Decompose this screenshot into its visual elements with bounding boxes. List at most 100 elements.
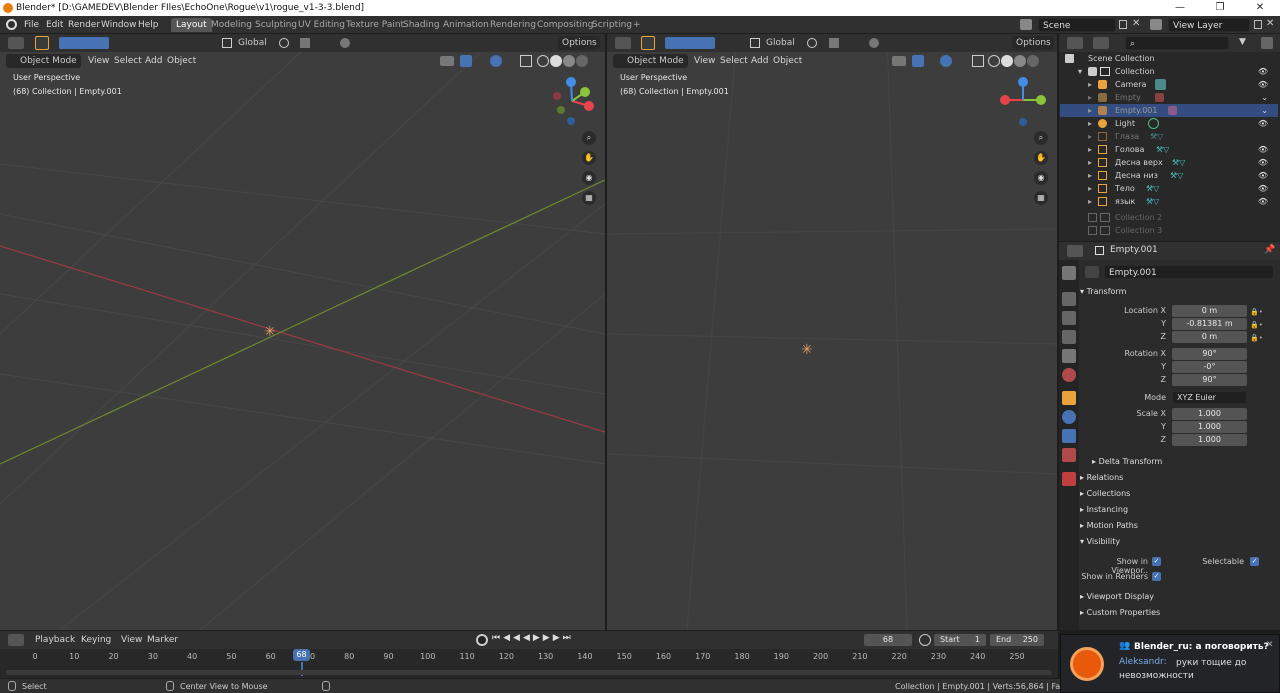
maximize-button[interactable]: ❐ bbox=[1200, 0, 1240, 16]
eye-icon[interactable]: 👁 bbox=[1258, 182, 1268, 195]
menu-render[interactable]: Render bbox=[68, 18, 100, 32]
object-tab-icon[interactable] bbox=[1062, 391, 1076, 405]
shading-rendered-icon[interactable] bbox=[576, 55, 588, 67]
pan-hand-icon[interactable]: ✋ bbox=[1034, 151, 1048, 165]
constraints-tab-icon[interactable] bbox=[1062, 429, 1076, 443]
view-layer-icon[interactable] bbox=[1150, 19, 1162, 30]
datablock-type-icon[interactable] bbox=[1085, 266, 1099, 278]
orientation-dropdown[interactable]: Global bbox=[762, 36, 800, 50]
viewport-left[interactable]: Global Options Object Mode View Select A… bbox=[0, 34, 605, 630]
perspective-grid-icon[interactable]: ▦ bbox=[1034, 191, 1048, 205]
menu-marker[interactable]: Marker bbox=[147, 633, 178, 647]
visibility-icon[interactable] bbox=[892, 56, 906, 66]
options-button[interactable]: Options bbox=[1012, 36, 1054, 50]
physics-tab-icon[interactable] bbox=[1062, 410, 1076, 424]
menu-view[interactable]: View bbox=[694, 54, 715, 68]
output-tab-icon[interactable] bbox=[1062, 311, 1076, 325]
viewport-display-header[interactable]: ▸ Viewport Display bbox=[1080, 589, 1275, 604]
rotation-y-field[interactable]: -0° bbox=[1172, 361, 1247, 373]
perspective-grid-icon[interactable]: ▦ bbox=[582, 191, 596, 205]
world-tab-icon[interactable] bbox=[1062, 368, 1076, 382]
overlay-toggle-icon[interactable] bbox=[940, 55, 952, 67]
menu-keying[interactable]: Keying bbox=[81, 633, 111, 647]
minimize-button[interactable]: — bbox=[1160, 0, 1200, 16]
pivot-icon[interactable] bbox=[807, 38, 817, 48]
outliner-item-glaza[interactable]: ▸ Глаза ⚒▽ bbox=[1060, 130, 1278, 143]
tool-tab-icon[interactable] bbox=[1062, 266, 1076, 280]
eye-icon[interactable]: 👁 bbox=[1258, 117, 1268, 130]
outliner-item-golova[interactable]: ▸ Голова ⚒▽ 👁 bbox=[1060, 143, 1278, 156]
viewport-right[interactable]: Global Options Object Mode View Select A… bbox=[607, 34, 1057, 630]
blender-menu-icon[interactable] bbox=[6, 19, 17, 30]
empty-object-marker[interactable]: ✳ bbox=[264, 324, 276, 340]
expand-icon[interactable]: ⌄ bbox=[1261, 104, 1268, 117]
menu-add[interactable]: Add bbox=[145, 54, 162, 68]
show-in-renders-checkbox[interactable]: ✓ bbox=[1152, 572, 1161, 581]
eye-icon[interactable]: 👁 bbox=[1258, 65, 1268, 78]
outliner-scene-collection[interactable]: Scene Collection bbox=[1060, 52, 1278, 65]
menu-select[interactable]: Select bbox=[114, 54, 142, 68]
timeline-scrollbar[interactable] bbox=[6, 670, 1052, 675]
snap-icon[interactable] bbox=[300, 38, 310, 48]
shading-wireframe-icon[interactable] bbox=[537, 55, 549, 67]
show-in-viewport-checkbox[interactable]: ✓ bbox=[1152, 557, 1161, 566]
rotation-z-field[interactable]: 90° bbox=[1172, 374, 1247, 386]
menu-help[interactable]: Help bbox=[138, 18, 159, 32]
scale-y-field[interactable]: 1.000 bbox=[1172, 421, 1247, 433]
snap-icon[interactable] bbox=[829, 38, 839, 48]
playback-controls[interactable]: ⏮◀◀◀▶▶▶⏭ bbox=[492, 633, 574, 643]
rotation-x-field[interactable]: 90° bbox=[1172, 348, 1247, 360]
shading-solid-icon[interactable] bbox=[1001, 55, 1013, 67]
location-x-field[interactable]: 0 m bbox=[1172, 305, 1247, 317]
outliner-item-empty-001[interactable]: ▸ Empty.001 ⌄ bbox=[1060, 104, 1278, 117]
outliner-collection[interactable]: ▾ Collection 👁 bbox=[1060, 65, 1278, 78]
start-frame-field[interactable]: Start 1 bbox=[934, 634, 986, 646]
outliner-collection-2[interactable]: Collection 2 bbox=[1060, 211, 1278, 224]
shading-wireframe-icon[interactable] bbox=[988, 55, 1000, 67]
view-layer-tab-icon[interactable] bbox=[1062, 330, 1076, 344]
outliner-editor-icon[interactable] bbox=[1067, 37, 1083, 49]
menu-edit[interactable]: Edit bbox=[46, 18, 63, 32]
options-button[interactable]: Options bbox=[558, 36, 600, 50]
editor-type-icon[interactable] bbox=[8, 37, 24, 49]
scene-tab-icon[interactable] bbox=[1062, 349, 1076, 363]
new-collection-icon[interactable] bbox=[1261, 37, 1273, 49]
menu-object[interactable]: Object bbox=[167, 54, 196, 68]
data-tab-icon[interactable] bbox=[1062, 448, 1076, 462]
select-tool-icon[interactable] bbox=[641, 36, 655, 50]
eye-icon[interactable]: 👁 bbox=[1258, 156, 1268, 169]
pin-icon[interactable]: 📌 bbox=[1264, 245, 1275, 255]
visibility-header[interactable]: ▾ Visibility bbox=[1080, 534, 1275, 549]
shading-material-icon[interactable] bbox=[563, 55, 575, 67]
copy-view-layer-icon[interactable] bbox=[1254, 20, 1262, 29]
outliner-item-desna-niz[interactable]: ▸ Десна низ ⚒▽ 👁 bbox=[1060, 169, 1278, 182]
motion-paths-header[interactable]: ▸ Motion Paths bbox=[1080, 518, 1275, 533]
transform-panel-header[interactable]: ▾ Transform bbox=[1080, 284, 1275, 299]
menu-window[interactable]: Window bbox=[101, 18, 137, 32]
visibility-icon[interactable] bbox=[440, 56, 454, 66]
proportional-edit-icon[interactable] bbox=[340, 38, 350, 48]
relations-header[interactable]: ▸ Relations bbox=[1080, 470, 1275, 485]
display-mode-icon[interactable] bbox=[1093, 37, 1109, 49]
outliner-search-input[interactable]: ⌕ bbox=[1125, 36, 1229, 50]
select-mode-icons[interactable] bbox=[665, 37, 715, 49]
xray-icon[interactable] bbox=[972, 55, 984, 67]
custom-properties-header[interactable]: ▸ Custom Properties bbox=[1080, 605, 1275, 620]
xray-icon[interactable] bbox=[520, 55, 532, 67]
close-scene-icon[interactable]: ✕ bbox=[1132, 18, 1140, 29]
eye-icon[interactable]: 👁 bbox=[1258, 143, 1268, 156]
camera-view-icon[interactable]: ◉ bbox=[582, 171, 596, 185]
object-mode-dropdown[interactable]: Object Mode bbox=[613, 54, 688, 68]
editor-type-icon[interactable] bbox=[615, 37, 631, 49]
shading-solid-icon[interactable] bbox=[550, 55, 562, 67]
scale-x-field[interactable]: 1.000 bbox=[1172, 408, 1247, 420]
menu-file[interactable]: File bbox=[24, 18, 39, 32]
scale-z-field[interactable]: 1.000 bbox=[1172, 434, 1247, 446]
expand-icon[interactable]: ⌄ bbox=[1261, 91, 1268, 104]
zoom-icon[interactable]: ⌕ bbox=[1034, 131, 1048, 145]
chat-notification[interactable]: 👥 Blender_ru: а поговорить? ✕ Aleksandr:… bbox=[1060, 634, 1280, 693]
menu-view[interactable]: View bbox=[88, 54, 109, 68]
gizmo-toggle-icon[interactable] bbox=[912, 55, 924, 67]
end-frame-field[interactable]: End 250 bbox=[990, 634, 1044, 646]
menu-timeline-view[interactable]: View bbox=[121, 633, 142, 647]
